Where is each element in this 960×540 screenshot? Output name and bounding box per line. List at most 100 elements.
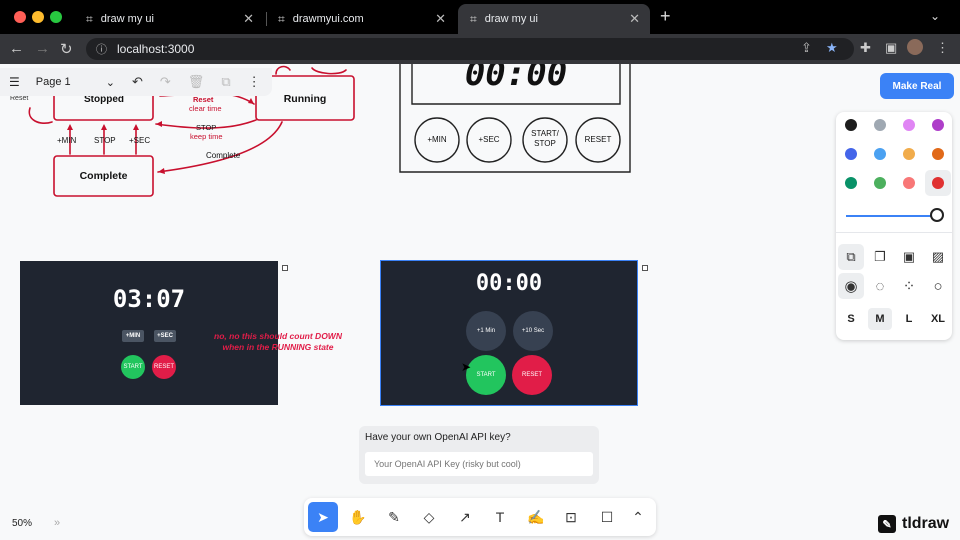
edge-reset-note: clear time bbox=[189, 104, 222, 113]
tab-title: draw my ui bbox=[100, 13, 154, 25]
timer-right-start-button[interactable]: START bbox=[466, 355, 506, 395]
more-tools-chevron-icon[interactable]: ⌃ bbox=[623, 502, 653, 532]
timer-left-sec-button[interactable]: +SEC bbox=[154, 330, 176, 342]
mouse-cursor-icon: ➤ bbox=[461, 360, 472, 374]
image-tool-icon[interactable]: ⊡ bbox=[556, 502, 586, 532]
minimap-toggle-icon[interactable]: » bbox=[54, 517, 60, 529]
reload-icon[interactable]: ↻ bbox=[60, 40, 73, 58]
timer-right-reset-button[interactable]: RESET bbox=[512, 355, 552, 395]
chevron-down-icon[interactable]: ⌄ bbox=[106, 76, 115, 89]
browser-tab-1[interactable]: ⌗ draw my ui ✕ bbox=[74, 4, 264, 34]
timer-right-min-button[interactable]: +1 Min bbox=[466, 311, 506, 351]
dash-dotted-icon[interactable]: ⁘ bbox=[896, 273, 922, 299]
action-min-label: +MIN bbox=[57, 136, 77, 145]
dash-dashed-icon[interactable]: ◌ bbox=[867, 273, 893, 299]
draw-tool-icon[interactable]: ✎ bbox=[379, 502, 409, 532]
color-swatch-blue[interactable] bbox=[845, 148, 857, 160]
url-text: localhost:3000 bbox=[117, 42, 195, 56]
tldraw-brand[interactable]: ✎ tldraw bbox=[878, 515, 949, 533]
hand-tool-icon[interactable]: ✋ bbox=[343, 502, 373, 532]
fill-pattern-icon[interactable]: ▨ bbox=[925, 244, 951, 270]
size-m-button[interactable]: M bbox=[868, 308, 892, 330]
address-bar[interactable]: ⓘ localhost:3000 bbox=[86, 38, 854, 60]
close-tab-icon[interactable]: ✕ bbox=[629, 11, 640, 27]
sketch-start-stop-button: START/ STOP bbox=[531, 129, 559, 148]
fill-solid-icon[interactable]: ▣ bbox=[896, 244, 922, 270]
close-window-button[interactable] bbox=[14, 11, 26, 23]
reset-left-label: Reset bbox=[10, 95, 29, 102]
side-panel-icon[interactable]: ▣ bbox=[885, 40, 897, 56]
action-sec-label: +SEC bbox=[129, 136, 151, 145]
eraser-tool-icon[interactable]: ◇ bbox=[414, 502, 444, 532]
profile-avatar[interactable] bbox=[907, 39, 923, 55]
minimize-window-button[interactable] bbox=[32, 11, 44, 23]
text-tool-icon[interactable]: T bbox=[485, 502, 515, 532]
timer-preview-right[interactable]: 00:00 +1 Min +10 Sec START RESET bbox=[380, 260, 638, 406]
timer-left-display: 03:07 bbox=[112, 285, 186, 313]
fill-semi-icon[interactable]: ❐ bbox=[867, 244, 893, 270]
arrow-tool-icon[interactable]: ↗ bbox=[450, 502, 480, 532]
rectangle-tool-icon[interactable]: ☐ bbox=[592, 502, 622, 532]
color-swatch-red[interactable] bbox=[932, 177, 944, 189]
tab-search-chevron-icon[interactable]: ⌄ bbox=[930, 9, 940, 23]
make-real-button[interactable]: Make Real bbox=[880, 73, 954, 99]
color-swatch-black[interactable] bbox=[845, 119, 857, 131]
color-swatch-violet[interactable] bbox=[932, 119, 944, 131]
forward-arrow-icon[interactable]: → bbox=[35, 40, 50, 57]
opacity-slider-thumb[interactable] bbox=[930, 208, 944, 222]
browser-menu-icon[interactable]: ⋮ bbox=[936, 40, 949, 56]
plus-icon[interactable]: + bbox=[660, 6, 671, 27]
opacity-slider[interactable] bbox=[846, 215, 936, 217]
timer-left-start-button[interactable]: START bbox=[121, 355, 145, 379]
size-s-button[interactable]: S bbox=[839, 308, 863, 330]
site-info-icon[interactable]: ⓘ bbox=[96, 41, 107, 57]
color-swatch-orange[interactable] bbox=[932, 148, 944, 160]
duplicate-icon[interactable]: ⧉ bbox=[221, 74, 230, 90]
color-swatch-yellow[interactable] bbox=[903, 148, 915, 160]
tool-bar: ➤ ✋ ✎ ◇ ↗ T ✍ ⊡ ☐ ⌃ bbox=[304, 498, 656, 536]
select-tool-icon[interactable]: ➤ bbox=[308, 502, 338, 532]
redo-icon[interactable]: ↷ bbox=[160, 74, 171, 90]
page-name[interactable]: Page 1 bbox=[36, 76, 96, 88]
timer-left-min-button[interactable]: +MIN bbox=[122, 330, 144, 342]
complete-state-label: Complete bbox=[79, 170, 128, 182]
browser-tab-3-active[interactable]: ⌗ draw my ui ✕ bbox=[458, 4, 650, 34]
timer-right-sec-button[interactable]: +10 Sec bbox=[513, 311, 553, 351]
resize-handle[interactable] bbox=[642, 265, 648, 271]
extensions-puzzle-icon[interactable]: ✚ bbox=[860, 40, 871, 56]
color-swatch-green[interactable] bbox=[845, 177, 857, 189]
dash-draw-icon[interactable]: ◉ bbox=[838, 273, 864, 299]
color-swatch-light-blue[interactable] bbox=[874, 148, 886, 160]
api-key-input[interactable] bbox=[365, 452, 593, 476]
timer-right-display: 00:00 bbox=[475, 271, 543, 296]
edge-complete-label: Complete bbox=[206, 151, 241, 160]
close-tab-icon[interactable]: ✕ bbox=[243, 11, 254, 27]
edge-stop-note: keep time bbox=[190, 132, 223, 141]
dash-solid-icon[interactable]: ○ bbox=[925, 273, 951, 299]
undo-icon[interactable]: ↶ bbox=[132, 74, 143, 90]
drawing-canvas[interactable]: Stopped Running Complete Reset clear tim… bbox=[0, 64, 960, 540]
share-icon[interactable]: ⇪ bbox=[801, 40, 812, 56]
size-xl-button[interactable]: XL bbox=[926, 308, 950, 330]
resize-handle[interactable] bbox=[282, 265, 288, 271]
tab-title: draw my ui bbox=[484, 13, 538, 25]
timer-left-reset-button[interactable]: RESET bbox=[152, 355, 176, 379]
back-arrow-icon[interactable]: ← bbox=[9, 40, 24, 57]
zoom-window-button[interactable] bbox=[50, 11, 62, 23]
color-swatch-light-green[interactable] bbox=[874, 177, 886, 189]
fill-none-icon[interactable]: ⧉ bbox=[838, 244, 864, 270]
color-swatch-light-violet[interactable] bbox=[903, 119, 915, 131]
bookmark-star-icon[interactable]: ★ bbox=[826, 40, 838, 56]
note-tool-icon[interactable]: ✍ bbox=[521, 502, 551, 532]
more-actions-icon[interactable]: ⋮ bbox=[248, 74, 261, 90]
close-tab-icon[interactable]: ✕ bbox=[435, 11, 446, 27]
tab-title: drawmyui.com bbox=[292, 13, 364, 25]
main-menu-icon[interactable]: ☰ bbox=[9, 75, 20, 89]
color-swatch-grey[interactable] bbox=[874, 119, 886, 131]
api-key-label: Have your own OpenAI API key? bbox=[365, 432, 511, 443]
color-swatch-light-red[interactable] bbox=[903, 177, 915, 189]
trash-icon[interactable]: 🗑 bbox=[188, 74, 205, 90]
browser-tab-2[interactable]: ⌗ drawmyui.com ✕ bbox=[266, 4, 456, 34]
zoom-level[interactable]: 50% bbox=[12, 518, 32, 529]
size-l-button[interactable]: L bbox=[897, 308, 921, 330]
